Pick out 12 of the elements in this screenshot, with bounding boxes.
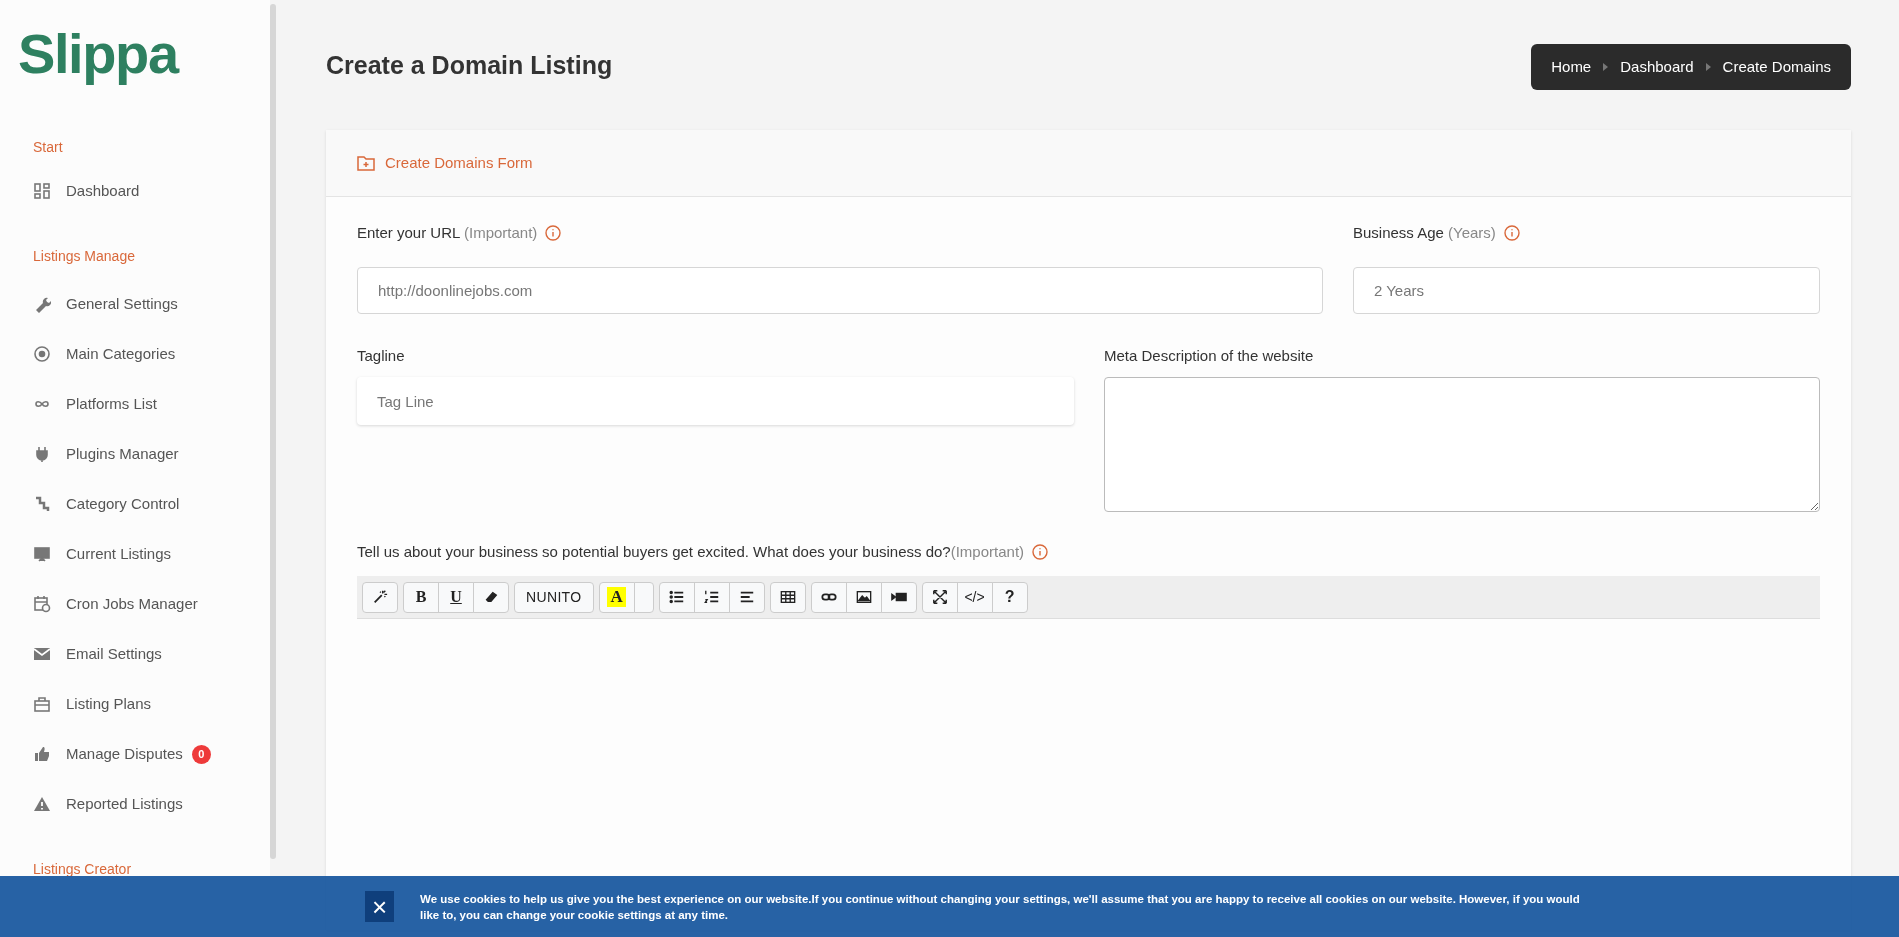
sidebar-section-title: Listings Creator — [32, 860, 133, 879]
sidebar-section-title: Listings Manage — [32, 247, 136, 266]
field-label: Tell us about your business so potential buyers get excited. What does your business do?(Important) — [357, 541, 1025, 562]
card-title: Create Domains Form — [385, 152, 533, 173]
field-label: Enter your URL (Important) — [357, 222, 538, 243]
page-title: Create a Domain Listing — [326, 50, 613, 82]
field-label: Meta Description of the website — [1104, 347, 1314, 364]
sidebar-section-title: Start — [32, 138, 64, 157]
field-label: Business Age (Years) — [1353, 222, 1496, 243]
count-badge: 0 — [191, 744, 211, 764]
field-label: Tagline — [357, 347, 405, 364]
cookie-message: We use cookies to help us give you the best experience on our website.If you continue without changing your settings, we'll assume that you are happy to receive all cookies on our website. However, if you would like to, you can change your cookie settings at any time. — [420, 891, 1580, 923]
